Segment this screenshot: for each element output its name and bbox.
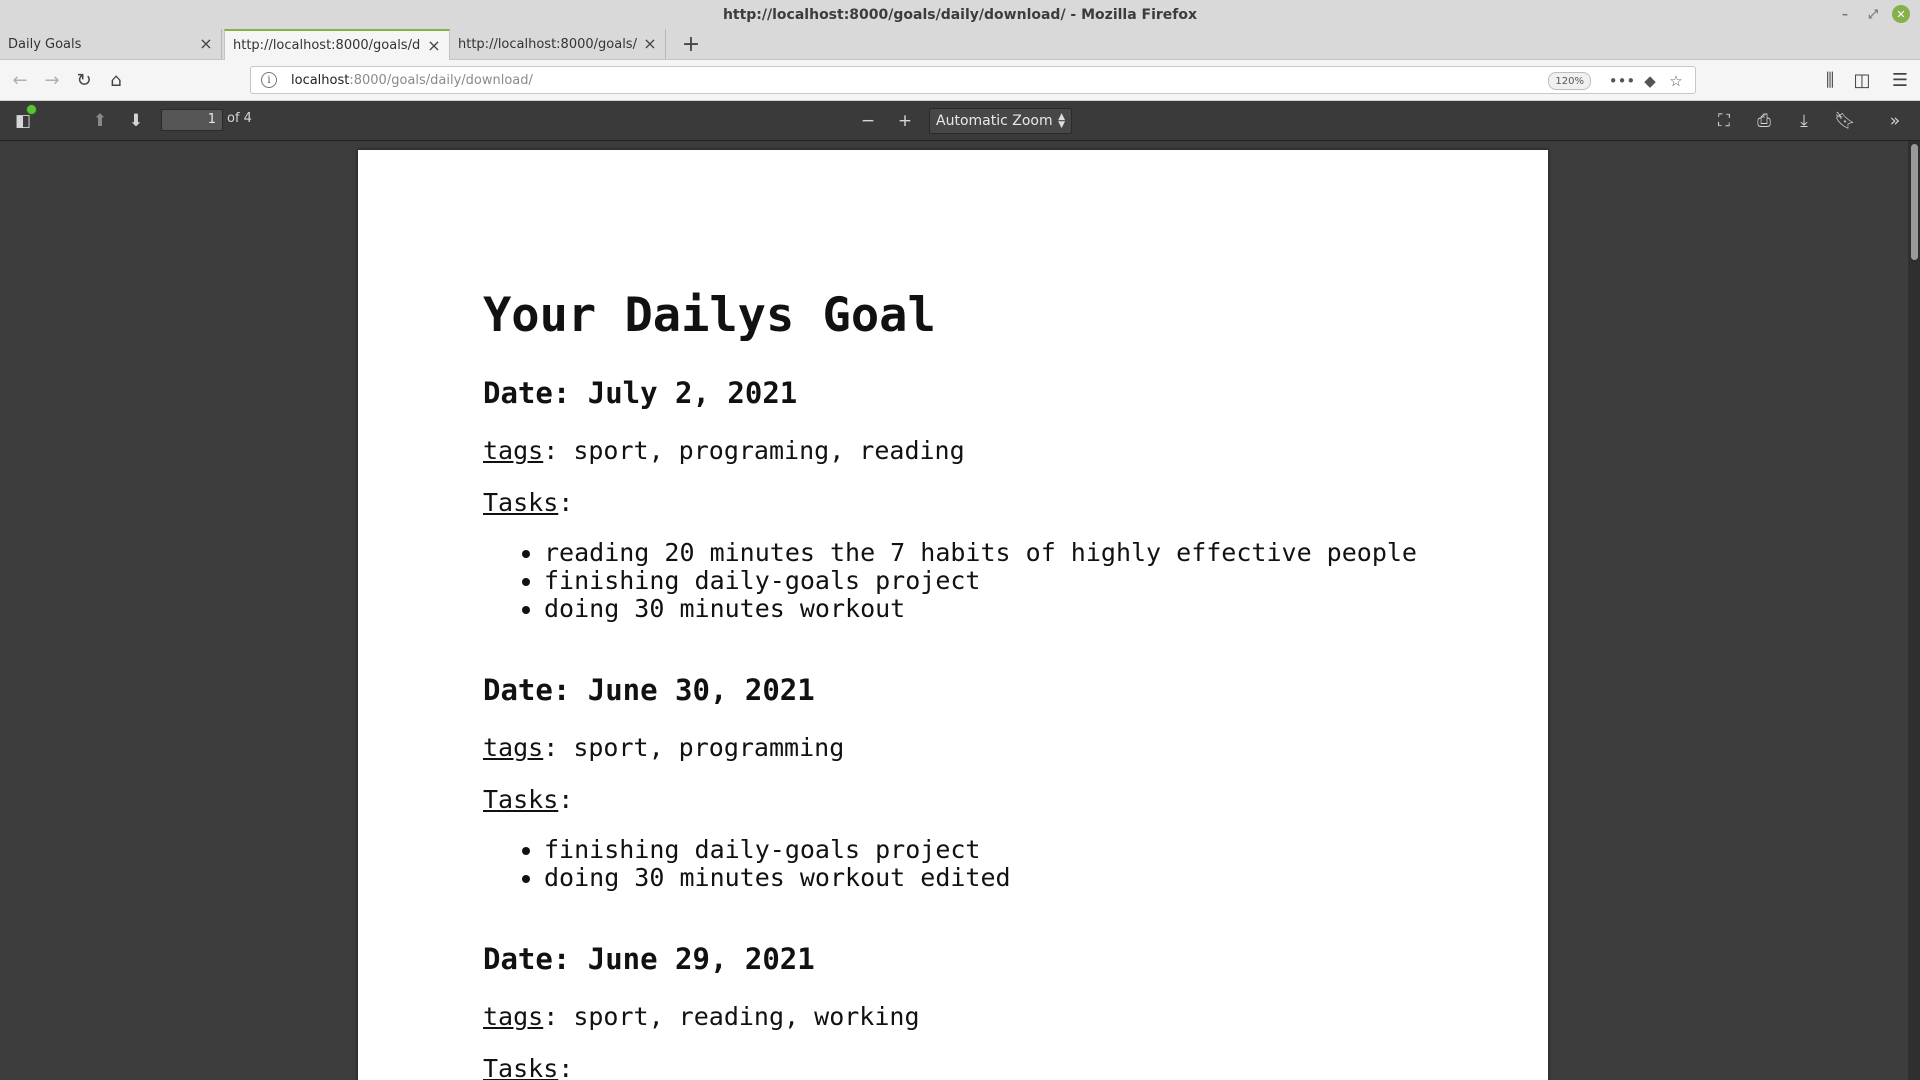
tasks-heading: Tasks: — [483, 787, 1483, 812]
entry-date: Date: June 30, 2021 — [483, 673, 815, 707]
task-item: doing 30 minutes workout — [544, 595, 1483, 623]
url-host: localhost — [291, 72, 350, 88]
site-info-icon[interactable]: i — [261, 72, 277, 88]
pdf-page: Your Dailys Goal Date: July 2, 2021 tags… — [358, 150, 1548, 1080]
entry-date: Date: July 2, 2021 — [483, 376, 798, 410]
tab-download-active[interactable]: http://localhost:8000/goals/daily/downlo… — [224, 29, 450, 60]
reload-icon[interactable]: ↻ — [70, 66, 98, 94]
entry-date: Date: June 29, 2021 — [483, 942, 815, 976]
tags-line: tags: sport, programming — [483, 735, 1483, 760]
page-count: of 4 — [227, 111, 252, 126]
tags-label: tags — [483, 1002, 544, 1031]
tab-strip: Daily Goals × http://localhost:8000/goal… — [0, 29, 1920, 60]
minimize-icon[interactable]: – — [1836, 5, 1854, 23]
forward-arrow-icon[interactable]: → — [38, 66, 66, 94]
tab-download-2[interactable]: http://localhost:8000/goals/daily/downlo… — [450, 29, 666, 59]
tab-close-icon[interactable]: × — [643, 36, 657, 52]
task-item: doing 30 minutes workout edited — [544, 864, 1483, 892]
goal-entry: Date: July 2, 2021 tags: sport, programi… — [483, 379, 1483, 623]
zoom-level-badge[interactable]: 120% — [1548, 72, 1591, 90]
page-number-input[interactable]: 1 — [161, 109, 223, 131]
tags-value: : sport, reading, working — [543, 1002, 920, 1031]
tasks-colon: : — [558, 488, 574, 517]
tasks-heading: Tasks: — [483, 490, 1483, 515]
vertical-scrollbar[interactable] — [1908, 141, 1920, 1080]
document-title: Your Dailys Goal — [483, 288, 936, 343]
tags-line: tags: sport, programing, reading — [483, 438, 1483, 463]
url-path: :8000/goals/daily/download/ — [349, 72, 533, 88]
maximize-icon[interactable]: ⤢ — [1864, 5, 1882, 23]
task-item: finishing daily-goals project — [544, 836, 1483, 864]
previous-page-icon[interactable]: ⬆ — [86, 107, 114, 135]
tab-label: Daily Goals — [8, 36, 82, 52]
tasks-label: Tasks — [483, 1054, 559, 1080]
pdf-viewer[interactable]: Your Dailys Goal Date: July 2, 2021 tags… — [0, 141, 1920, 1080]
back-arrow-icon[interactable]: ← — [6, 66, 34, 94]
tags-label: tags — [483, 436, 544, 465]
task-list: reading 20 minutes the 7 habits of highl… — [483, 539, 1483, 623]
tasks-label: Tasks — [483, 488, 559, 517]
page-actions-icon[interactable]: ••• — [1609, 70, 1636, 92]
scrollbar-thumb[interactable] — [1911, 144, 1918, 260]
task-item: finishing daily-goals project — [544, 567, 1483, 595]
goal-entry: Date: June 29, 2021 tags: sport, reading… — [483, 945, 1483, 1080]
tasks-colon: : — [558, 1054, 574, 1080]
tab-close-icon[interactable]: × — [199, 36, 213, 52]
zoom-select[interactable]: Automatic Zoom ▲ ▼ — [929, 108, 1072, 134]
tab-label: http://localhost:8000/goals/daily/downlo… — [458, 36, 637, 52]
pdf-toolbar: ◧ ⬆ ⬇ 1 of 4 − + Automatic Zoom ▲ ▼ ⛶ ⎙ ⤓… — [0, 101, 1920, 141]
download-icon[interactable]: ⤓ — [1790, 107, 1818, 135]
menu-icon[interactable]: ☰ — [1886, 66, 1914, 94]
task-item: reading 20 minutes the 7 habits of highl… — [544, 539, 1483, 567]
notification-dot — [26, 104, 37, 115]
zoom-in-icon[interactable]: + — [891, 107, 919, 135]
tags-value: : sport, programing, reading — [543, 436, 965, 465]
tab-close-icon[interactable]: × — [427, 37, 441, 53]
tools-chevron-icon[interactable]: » — [1881, 107, 1909, 135]
tasks-label: Tasks — [483, 785, 559, 814]
tags-line: tags: sport, reading, working — [483, 1004, 1483, 1029]
presentation-mode-icon[interactable]: ⛶ — [1710, 107, 1738, 135]
window-titlebar: http://localhost:8000/goals/daily/downlo… — [0, 0, 1920, 29]
close-window-icon[interactable]: ✕ — [1892, 5, 1910, 23]
zoom-out-icon[interactable]: − — [854, 107, 882, 135]
bookmark-star-icon[interactable]: ☆ — [1665, 70, 1687, 92]
navigation-toolbar: ← → ↻ ⌂ i localhost:8000/goals/daily/dow… — [0, 60, 1920, 101]
tags-value: : sport, programming — [543, 733, 845, 762]
print-icon[interactable]: ⎙ — [1750, 107, 1778, 135]
tab-label: http://localhost:8000/goals/daily/downlo… — [233, 38, 421, 53]
address-bar[interactable]: i localhost:8000/goals/daily/download/ 1… — [250, 66, 1696, 94]
new-tab-icon[interactable]: + — [676, 29, 706, 59]
tab-daily-goals[interactable]: Daily Goals × — [0, 29, 222, 59]
sidebar-icon[interactable]: ◫ — [1848, 66, 1876, 94]
tags-label: tags — [483, 733, 544, 762]
home-icon[interactable]: ⌂ — [102, 66, 130, 94]
select-caret-icon: ▲ ▼ — [1058, 112, 1065, 130]
tasks-colon: : — [558, 785, 574, 814]
bookmark-icon[interactable]: 🔖︎ — [1831, 107, 1859, 135]
library-icon[interactable]: ⫼ — [1816, 66, 1844, 94]
next-page-icon[interactable]: ⬇ — [122, 107, 150, 135]
pocket-icon[interactable]: ◆ — [1639, 70, 1661, 92]
zoom-select-value: Automatic Zoom — [936, 113, 1053, 129]
goal-entry: Date: June 30, 2021 tags: sport, program… — [483, 676, 1483, 892]
page-content: Your Dailys Goal Date: July 2, 2021 tags… — [483, 292, 1483, 1080]
tasks-heading: Tasks: — [483, 1056, 1483, 1080]
task-list: finishing daily-goals project doing 30 m… — [483, 836, 1483, 892]
window-title: http://localhost:8000/goals/daily/downlo… — [722, 6, 1198, 23]
